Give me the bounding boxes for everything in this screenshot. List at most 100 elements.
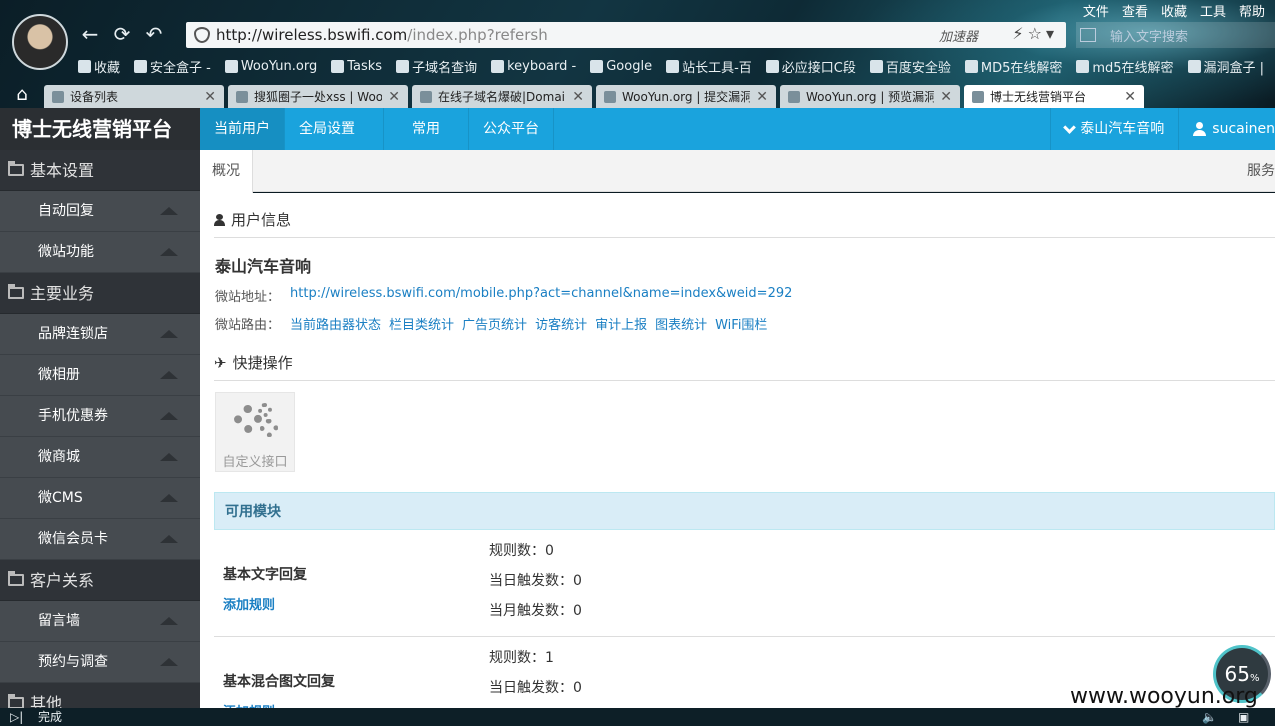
bookmark-item[interactable]: WooYun.org [224, 56, 317, 76]
router-link[interactable]: 当前路由器状态 [290, 314, 381, 333]
close-icon[interactable]: ✕ [756, 89, 768, 105]
nav-common[interactable]: 常用 [384, 108, 469, 150]
sidebar-item[interactable]: 自动回复 [0, 191, 200, 232]
sidebar-group[interactable]: 基本设置 [0, 150, 200, 191]
sidebar-item[interactable]: 微商城 [0, 437, 200, 478]
bookmark-item[interactable]: 安全盒子 - [134, 56, 211, 76]
browser-tab[interactable]: 博士无线营销平台 ✕ [964, 85, 1144, 108]
accelerator-label[interactable]: 加速器 [939, 26, 978, 45]
site-url-link[interactable]: http://wireless.bswifi.com/mobile.php?ac… [290, 286, 792, 305]
sidebar-item[interactable]: 微相册 [0, 355, 200, 396]
router-link[interactable]: WiFi围栏 [715, 314, 767, 333]
refresh-icon[interactable]: ⟳ [110, 22, 134, 46]
router-link[interactable]: 图表统计 [655, 314, 707, 333]
browser-tab[interactable]: 搜狐圈子一处xss | Woo ✕ [228, 85, 408, 108]
user-menu[interactable]: sucainen [1178, 108, 1275, 150]
volume-icon[interactable]: 🔈 [1202, 708, 1217, 726]
home-icon[interactable]: ⌂ [0, 84, 44, 108]
collapse-icon[interactable] [160, 494, 178, 502]
nav-public-platform[interactable]: 公众平台 [469, 108, 554, 150]
router-link[interactable]: 广告页统计 [462, 314, 527, 333]
sidebar-item[interactable]: 留言墙 [0, 601, 200, 642]
nav-current-user[interactable]: 当前用户 [200, 108, 285, 150]
search-input[interactable]: 输入文字搜索 [1076, 22, 1275, 48]
network-icon[interactable]: ▣ [1238, 708, 1249, 726]
router-link[interactable]: 审计上报 [595, 314, 647, 333]
collapse-icon[interactable] [160, 453, 178, 461]
stat-value: 当日触发数：0 [489, 680, 582, 696]
play-icon[interactable]: ▷| [10, 708, 23, 726]
sidebar-group[interactable]: 其他 [0, 683, 200, 708]
bookmark-icon [590, 59, 604, 73]
bookmark-item[interactable]: 收藏 [78, 56, 120, 76]
bookmark-icon [491, 59, 505, 73]
folder-icon [8, 694, 24, 708]
collapse-icon[interactable] [160, 658, 178, 666]
sidebar-item[interactable]: 微CMS [0, 478, 200, 519]
add-rule-link[interactable]: 添加规则 [223, 701, 275, 708]
router-link[interactable]: 栏目类统计 [389, 314, 454, 333]
collapse-icon[interactable] [160, 535, 178, 543]
bookmark-item[interactable]: 站长工具-百 [666, 56, 752, 76]
bookmark-item[interactable]: Google [590, 56, 652, 76]
collapse-icon[interactable] [160, 330, 178, 338]
close-icon[interactable]: ✕ [388, 89, 400, 105]
service-link[interactable]: 服务 [1247, 150, 1275, 192]
address-actions[interactable]: ⚡☆▾ [1012, 24, 1058, 43]
menu-item[interactable]: 工具 [1200, 1, 1226, 20]
sidebar-item[interactable]: 手机优惠券 [0, 396, 200, 437]
close-icon[interactable]: ✕ [572, 89, 584, 105]
bookmark-item[interactable]: 必应接口C段 [765, 56, 856, 76]
custom-api-button[interactable]: 自定义接口 [215, 392, 295, 472]
add-rule-link[interactable]: 添加规则 [223, 594, 275, 613]
nav-global-settings[interactable]: 全局设置 [285, 108, 384, 150]
browser-tab[interactable]: 设备列表 ✕ [44, 85, 224, 108]
stat-value: 当月触发数：0 [489, 603, 582, 619]
menu-item[interactable]: 查看 [1122, 1, 1148, 20]
bookmark-item[interactable]: md5在线解密 [1076, 56, 1174, 76]
avatar[interactable] [12, 14, 68, 70]
sidebar-item[interactable]: 品牌连锁店 [0, 314, 200, 355]
collapse-icon[interactable] [160, 371, 178, 379]
sidebar-item[interactable]: 微信会员卡 [0, 519, 200, 560]
sidebar-menu: 基本设置 自动回复 微站功能 主要业务 品牌连锁店 微相册 手机优惠券 微商城 微CMS 微信会员… [0, 150, 200, 708]
brand-title: 博士无线营销平台 [0, 108, 200, 150]
bookmark-item[interactable]: keyboard - [491, 56, 576, 76]
sidebar-item[interactable]: 预约与调查 [0, 642, 200, 683]
favicon-icon [972, 90, 984, 103]
menu-item[interactable]: 收藏 [1161, 1, 1187, 20]
bookmark-label: 必应接口C段 [781, 60, 856, 76]
close-icon[interactable]: ✕ [204, 89, 216, 105]
bookmark-item[interactable]: 漏洞盒子 | [1187, 56, 1264, 76]
close-icon[interactable]: ✕ [1124, 89, 1136, 105]
collapse-icon[interactable] [160, 207, 178, 215]
back-icon[interactable]: ← [78, 22, 102, 46]
bookmark-label: 收藏 [94, 60, 121, 76]
tab-label: 设备列表 [70, 90, 119, 104]
collapse-icon[interactable] [160, 412, 178, 420]
undo-icon[interactable]: ↶ [142, 22, 166, 46]
menu-item[interactable]: 文件 [1083, 1, 1109, 20]
account-switcher[interactable]: 泰山汽车音响 [1050, 108, 1178, 150]
browser-tab[interactable]: WooYun.org | 预览漏洞 ✕ [780, 85, 960, 108]
sidebar-group[interactable]: 客户关系 [0, 560, 200, 601]
tab-label: 搜狐圈子一处xss | Woo [254, 90, 383, 104]
tab-overview[interactable]: 概况 [200, 150, 253, 193]
bookmark-item[interactable]: MD5在线解密 [964, 56, 1062, 76]
browser-tab[interactable]: WooYun.org | 提交漏洞 ✕ [596, 85, 776, 108]
router-link[interactable]: 访客统计 [535, 314, 587, 333]
image-search-icon[interactable] [1080, 28, 1096, 42]
chevron-down-icon [1063, 120, 1077, 134]
menu-item[interactable]: 帮助 [1239, 1, 1265, 20]
tab-label: 在线子域名爆破|Domain [438, 90, 567, 104]
sidebar-group[interactable]: 主要业务 [0, 273, 200, 314]
sidebar-item[interactable]: 微站功能 [0, 232, 200, 273]
address-bar[interactable]: http://wireless.bswifi.com /index.php?re… [186, 22, 1066, 48]
close-icon[interactable]: ✕ [940, 89, 952, 105]
bookmark-item[interactable]: 子域名查询 [396, 56, 477, 76]
browser-tab[interactable]: 在线子域名爆破|Domain ✕ [412, 85, 592, 108]
collapse-icon[interactable] [160, 617, 178, 625]
bookmark-item[interactable]: Tasks [331, 56, 382, 76]
collapse-icon[interactable] [160, 248, 178, 256]
bookmark-item[interactable]: 百度安全验 [869, 56, 951, 76]
